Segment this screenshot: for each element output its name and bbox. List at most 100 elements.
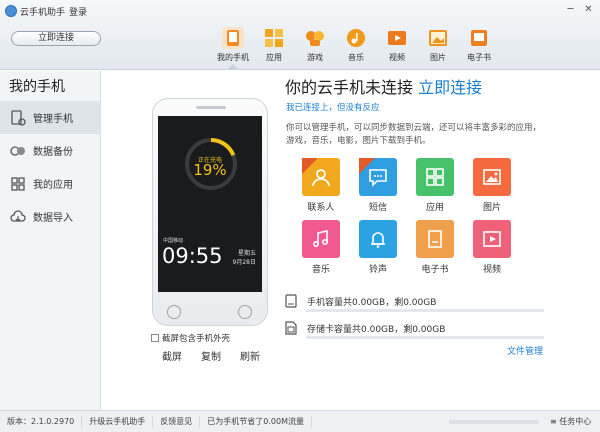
badge-icon — [359, 158, 375, 174]
task-progress-bar — [449, 420, 539, 424]
tile-videos[interactable]: 视频 — [473, 220, 511, 275]
cloud-import-icon — [10, 209, 26, 225]
headline-connect-link[interactable]: 立即连接 — [418, 78, 482, 97]
connect-now-button[interactable]: 立即连接 — [11, 31, 101, 46]
connected-no-response-link[interactable]: 我已连接上，但没有反应 — [286, 101, 380, 113]
task-center-label: 任务中心 — [559, 417, 592, 426]
status-bar: 版本：2.1.0.2970 升级云手机助手 反馈意见 已为手机节省了0.00M流… — [0, 410, 600, 432]
phone-storage-bar — [306, 309, 544, 312]
nav-label: 电子书 — [467, 53, 491, 62]
phone-storage-icon — [285, 294, 297, 308]
title-bar: 云手机助手 登录 ─ ✕ 立即连接 我的手机 应用 游戏 音乐 视频 图片 电子… — [0, 0, 600, 70]
screenshot-shell-option[interactable]: 截屏包含手机外壳 — [151, 332, 230, 344]
tile-label: 铃声 — [368, 265, 387, 275]
phone-speaker — [196, 106, 226, 109]
sidebar-item-label: 数据导入 — [33, 213, 73, 224]
shell-option-label: 截屏包含手机外壳 — [162, 334, 231, 344]
data-saved-label: 已为手机节省了0.00M流量 — [200, 415, 312, 428]
screenshot-button[interactable]: 截屏 — [162, 348, 182, 363]
music-icon — [345, 27, 367, 49]
nav-my-phone[interactable]: 我的手机 — [213, 25, 253, 70]
nav-label: 应用 — [266, 53, 282, 62]
feedback-link[interactable]: 反馈意见 — [153, 415, 201, 428]
tile-ebooks[interactable]: 电子书 — [416, 220, 454, 275]
top-nav: 我的手机 应用 游戏 音乐 视频 图片 电子书 — [213, 25, 500, 70]
backup-icon — [10, 143, 26, 159]
phone-preview: 正在充电 19% 中国移动 09:55 星期五 9月28日 — [152, 98, 268, 326]
nav-label: 图片 — [430, 53, 446, 62]
file-manager-link[interactable]: 文件管理 — [507, 344, 543, 357]
tile-label: 短信 — [368, 203, 387, 213]
phone-storage: 手机容量共0.00GB，剩0.00GB — [285, 294, 436, 308]
ebook-icon — [468, 27, 490, 49]
upgrade-link[interactable]: 升级云手机助手 — [82, 415, 154, 428]
phone-actions: 截屏 复制 刷新 — [162, 348, 279, 363]
tile-pictures[interactable]: 图片 — [473, 158, 511, 213]
window-controls: ─ ✕ — [563, 3, 596, 16]
sd-storage-label: 存储卡容量共0.00GB，剩0.00GB — [307, 324, 446, 335]
charge-percent: 19% — [193, 161, 227, 179]
apps-icon — [263, 27, 285, 49]
sd-card-icon — [285, 321, 297, 335]
sidebar-title: 我的手机 — [9, 79, 65, 95]
sidebar-item-manage-phone[interactable]: 管理手机 — [0, 101, 100, 134]
nav-label: 游戏 — [307, 53, 323, 62]
sidebar-item-import[interactable]: 数据导入 — [0, 200, 100, 233]
music-icon — [302, 220, 340, 258]
my-apps-icon — [10, 176, 26, 192]
tile-label: 音乐 — [311, 265, 330, 275]
nav-pictures[interactable]: 图片 — [418, 25, 458, 69]
version-label: 版本：2.1.0.2970 — [0, 415, 83, 428]
tile-label: 视频 — [482, 265, 501, 275]
sidebar-item-label: 管理手机 — [33, 114, 73, 125]
task-center-icon: ≡ — [550, 417, 560, 426]
video-icon — [386, 27, 408, 49]
ebook-icon — [416, 220, 454, 258]
sidebar-item-label: 数据备份 — [33, 147, 73, 158]
tile-apps[interactable]: 应用 — [416, 158, 454, 213]
task-center-button[interactable]: ≡ 任务中心 — [550, 416, 591, 427]
tile-label: 电子书 — [421, 265, 449, 275]
nav-ebooks[interactable]: 电子书 — [459, 25, 499, 69]
sd-storage: 存储卡容量共0.00GB，剩0.00GB — [285, 321, 445, 335]
carrier-name: 中国移动 — [163, 238, 184, 244]
nav-music[interactable]: 音乐 — [336, 25, 376, 69]
minimize-button[interactable]: ─ — [563, 3, 578, 16]
tile-contacts[interactable]: 联系人 — [302, 158, 340, 213]
tile-label: 联系人 — [307, 203, 335, 213]
shell-checkbox[interactable] — [151, 334, 159, 342]
sd-storage-bar — [306, 336, 544, 339]
nav-apps[interactable]: 应用 — [254, 25, 294, 69]
gamepad-icon — [304, 27, 326, 49]
phone-storage-label: 手机容量共0.00GB，剩0.00GB — [307, 297, 437, 308]
login-link[interactable]: 登录 — [69, 5, 87, 18]
app-logo-icon — [5, 5, 17, 17]
refresh-button[interactable]: 刷新 — [240, 348, 260, 363]
sidebar-item-label: 我的应用 — [33, 180, 73, 191]
close-button[interactable]: ✕ — [581, 3, 596, 16]
tile-sms[interactable]: 短信 — [359, 158, 397, 213]
lock-weekday: 星期五 — [237, 250, 256, 257]
lock-date: 9月28日 — [232, 259, 256, 266]
tile-ringtones[interactable]: 铃声 — [359, 220, 397, 275]
contacts-icon — [302, 158, 340, 196]
tile-label: 应用 — [425, 203, 444, 213]
nav-label: 我的手机 — [217, 53, 249, 62]
sms-icon — [359, 158, 397, 196]
badge-icon — [302, 158, 318, 174]
nav-label: 音乐 — [348, 53, 364, 62]
tile-music[interactable]: 音乐 — [302, 220, 340, 275]
video-icon — [473, 220, 511, 258]
description: 你可以管理手机，可以同步数据到云端，还可以将丰富多彩的应用，游戏，音乐，电影，图… — [286, 123, 542, 146]
sidebar: 我的手机 管理手机 数据备份 我的应用 数据导入 — [0, 71, 101, 410]
nav-video[interactable]: 视频 — [377, 25, 417, 69]
nav-games[interactable]: 游戏 — [295, 25, 335, 69]
lock-clock: 09:55 — [162, 244, 223, 268]
home-key-icon — [167, 305, 181, 319]
sidebar-item-backup[interactable]: 数据备份 — [0, 134, 100, 167]
sidebar-item-my-apps[interactable]: 我的应用 — [0, 167, 100, 200]
app-title: 云手机助手 — [20, 8, 66, 18]
copy-button[interactable]: 复制 — [201, 348, 221, 363]
picture-icon — [427, 27, 449, 49]
nav-label: 视频 — [389, 53, 405, 62]
